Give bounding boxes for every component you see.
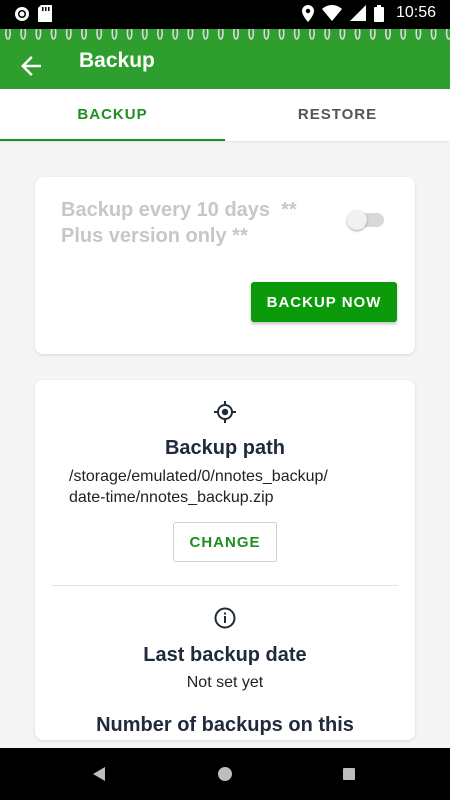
auto-backup-switch[interactable] [347, 210, 384, 230]
status-right-icons: 10:56 [301, 4, 436, 22]
notebook-ring [187, 29, 194, 40]
notebook-ring [445, 29, 450, 40]
notebook-ring [50, 29, 57, 40]
notebook-ring [354, 29, 361, 40]
switch-knob [347, 210, 367, 230]
notebook-ring [202, 29, 209, 40]
page-title: Backup [79, 49, 155, 72]
notebook-ring [415, 29, 422, 40]
nav-back-icon[interactable] [92, 766, 106, 782]
notebook-ring [65, 29, 72, 40]
last-backup-value: Not set yet [186, 674, 264, 691]
notebook-ring [309, 29, 315, 40]
notebook-ring [369, 29, 376, 40]
notebook-ring [217, 29, 224, 40]
auto-backup-label-line: Backup every 10 days ** [61, 199, 297, 221]
sd-card-icon [38, 5, 52, 22]
notebook-ring [263, 29, 270, 40]
notebook-ring [278, 29, 285, 40]
auto-backup-card: Backup every 10 days ** Plus version only… [35, 177, 415, 354]
wifi-icon [321, 5, 342, 21]
notebook-rings-decoration [5, 29, 450, 40]
notebook-ring [233, 29, 239, 40]
number-of-backups-title: Number of backups on this [96, 714, 354, 736]
nav-home-icon[interactable] [218, 767, 232, 781]
system-nav-bar [0, 748, 450, 800]
tab-selected-indicator [0, 139, 225, 141]
tab-backup[interactable]: BACKUP [0, 89, 225, 141]
notebook-ring [400, 29, 407, 40]
status-bar: 10:56 [0, 0, 450, 29]
divider [52, 585, 398, 586]
notebook-ring [430, 29, 437, 40]
backup-path-value: /storage/emulated/0/nnotes_backup/date-t… [35, 466, 415, 508]
notebook-ring [172, 29, 179, 40]
backup-path-line: /storage/emulated/0/nnotes_backup/ [69, 468, 328, 485]
notebook-ring [81, 29, 87, 40]
notebook-ring [5, 29, 11, 40]
notebook-ring [141, 29, 148, 40]
auto-backup-label-line: Plus version only ** [61, 225, 248, 247]
sync-icon [15, 6, 29, 21]
auto-backup-label: Backup every 10 days ** Plus version only… [61, 197, 331, 249]
tab-bar: BACKUP RESTORE [0, 89, 450, 141]
nav-recents-icon[interactable] [343, 768, 355, 780]
tab-restore[interactable]: RESTORE [225, 89, 450, 141]
status-left-icons [14, 5, 52, 22]
last-backup-title: Last backup date [143, 644, 307, 666]
app-bar: Backup [0, 29, 450, 89]
notebook-ring [20, 29, 27, 40]
backup-path-title: Backup path [164, 437, 286, 459]
notebook-ring [339, 29, 346, 40]
info-icon [214, 607, 236, 629]
backup-path-line: date-time/nnotes_backup.zip [69, 489, 274, 506]
notebook-ring [385, 29, 391, 40]
notebook-ring [248, 29, 255, 40]
status-time: 10:56 [395, 4, 436, 21]
notebook-ring [157, 29, 163, 40]
back-arrow-icon[interactable] [16, 51, 46, 81]
signal-icon [349, 5, 366, 21]
change-path-button[interactable]: CHANGE [173, 522, 277, 562]
battery-icon [373, 4, 384, 22]
notebook-ring [96, 29, 103, 40]
backup-now-button[interactable]: BACKUP NOW [251, 282, 397, 322]
notebook-ring [35, 29, 42, 40]
notebook-ring [324, 29, 331, 40]
target-icon [214, 401, 236, 423]
notebook-ring [111, 29, 118, 40]
location-icon [301, 4, 314, 22]
backup-details-card: Backup path /storage/emulated/0/nnotes_b… [35, 380, 415, 740]
screen: 10:56 Backup BACKUP RESTORE Backup every… [0, 0, 450, 800]
notebook-ring [293, 29, 300, 40]
notebook-ring [126, 29, 133, 40]
